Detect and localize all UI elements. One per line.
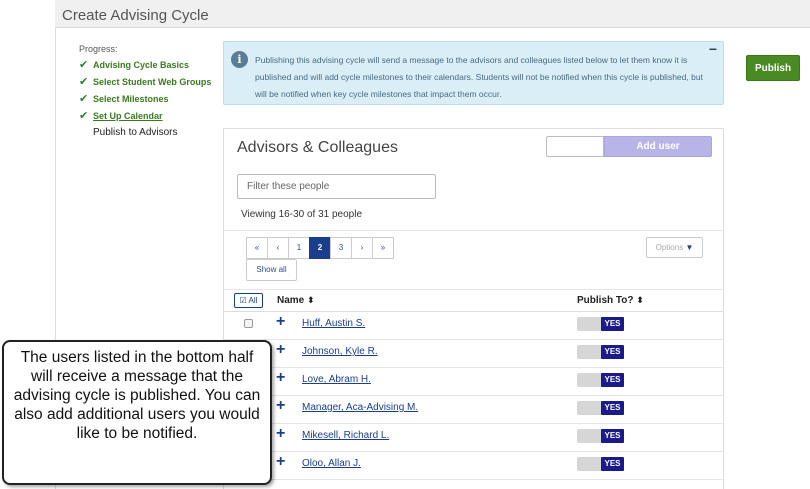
person-name-link[interactable]: Love, Abram H. bbox=[302, 374, 371, 385]
table-row: + Mikesell, Richard L. YES bbox=[224, 424, 723, 452]
step-select-student-web-groups: ✔ Select Student Web Groups bbox=[79, 76, 212, 88]
publish-toggle[interactable]: YES bbox=[577, 457, 624, 471]
info-message: i Publishing this advising cycle will se… bbox=[223, 41, 724, 105]
progress-label: Progress: bbox=[79, 44, 118, 54]
tutorial-callout: The users listed in the bottom half will… bbox=[2, 340, 272, 485]
step-advising-cycle-basics: ✔ Advising Cycle Basics bbox=[79, 59, 190, 71]
publish-toggle[interactable]: YES bbox=[577, 401, 624, 415]
add-user-button[interactable]: Add user bbox=[604, 136, 712, 157]
filter-input[interactable] bbox=[237, 174, 436, 199]
info-text: Publishing this advising cycle will send… bbox=[255, 55, 703, 99]
plus-icon[interactable]: + bbox=[276, 426, 285, 442]
collapse-icon[interactable]: − bbox=[709, 42, 717, 56]
checkmark-icon: ✔ bbox=[79, 59, 89, 71]
table-header: ☑ All Name ⬍ Publish To? ⬍ bbox=[224, 289, 723, 312]
checkmark-icon: ✔ bbox=[79, 110, 89, 122]
pager-next[interactable]: › bbox=[351, 237, 373, 259]
page-title: Create Advising Cycle bbox=[62, 7, 209, 24]
pager-page-2[interactable]: 2 bbox=[309, 237, 331, 259]
plus-icon[interactable]: + bbox=[276, 454, 285, 470]
step-set-up-calendar[interactable]: ✔ Set Up Calendar bbox=[79, 110, 219, 122]
checkbox-icon: ☑ bbox=[239, 296, 247, 305]
step-publish-to-advisors: Publish to Advisors bbox=[93, 127, 178, 138]
sort-icon: ⬍ bbox=[307, 295, 315, 305]
person-name-link[interactable]: Manager, Aca-Advising M. bbox=[302, 402, 418, 413]
step-select-milestones: ✔ Select Milestones bbox=[79, 93, 169, 105]
add-user-input[interactable] bbox=[546, 136, 604, 157]
table-row: + Johnson, Kyle R. YES bbox=[224, 340, 723, 368]
show-all-button[interactable]: Show all bbox=[246, 259, 297, 281]
caret-down-icon: ▼ bbox=[685, 243, 694, 252]
info-icon: i bbox=[231, 51, 248, 68]
pager-last[interactable]: » bbox=[372, 237, 394, 259]
panel-title: Advisors & Colleagues bbox=[237, 139, 398, 156]
pagination: « ‹ 1 2 3 › » bbox=[246, 237, 394, 259]
divider bbox=[224, 230, 723, 231]
progress-list: Progress: ✔ Advising Cycle Basics ✔ Sele… bbox=[79, 44, 219, 144]
row-checkbox[interactable] bbox=[244, 319, 253, 328]
sort-icon: ⬍ bbox=[636, 295, 644, 305]
page-header: Create Advising Cycle bbox=[55, 0, 810, 28]
publish-button[interactable]: Publish bbox=[746, 55, 800, 81]
select-all-button[interactable]: ☑ All bbox=[234, 293, 263, 308]
options-dropdown[interactable]: Options ▼ bbox=[646, 237, 703, 258]
publish-toggle[interactable]: YES bbox=[577, 373, 624, 387]
plus-icon[interactable]: + bbox=[276, 314, 285, 330]
publish-toggle[interactable]: YES bbox=[577, 317, 624, 331]
column-name[interactable]: Name ⬍ bbox=[277, 295, 315, 306]
person-name-link[interactable]: Johnson, Kyle R. bbox=[302, 346, 378, 357]
plus-icon[interactable]: + bbox=[276, 398, 285, 414]
publish-toggle[interactable]: YES bbox=[577, 345, 624, 359]
plus-icon[interactable]: + bbox=[276, 370, 285, 386]
person-name-link[interactable]: Mikesell, Richard L. bbox=[302, 430, 389, 441]
pager-first[interactable]: « bbox=[246, 237, 268, 259]
checkmark-icon: ✔ bbox=[79, 93, 89, 105]
viewing-count: Viewing 16-30 of 31 people bbox=[241, 209, 363, 220]
table-row: + Huff, Austin S. YES bbox=[224, 312, 723, 340]
table-row: + Manager, Aca-Advising M. YES bbox=[224, 396, 723, 424]
table-row: + Oloo, Allan J. YES bbox=[224, 452, 723, 480]
options-label: Options bbox=[655, 243, 684, 252]
checkmark-icon: ✔ bbox=[79, 76, 89, 88]
pager-page-3[interactable]: 3 bbox=[330, 237, 352, 259]
publish-toggle[interactable]: YES bbox=[577, 429, 624, 443]
person-name-link[interactable]: Huff, Austin S. bbox=[302, 318, 365, 329]
table-row: + Love, Abram H. YES bbox=[224, 368, 723, 396]
column-publish-to[interactable]: Publish To? ⬍ bbox=[577, 295, 644, 306]
plus-icon[interactable]: + bbox=[276, 342, 285, 358]
pager-page-1[interactable]: 1 bbox=[288, 237, 310, 259]
person-name-link[interactable]: Oloo, Allan J. bbox=[302, 458, 361, 469]
advisors-panel: Advisors & Colleagues Add user Viewing 1… bbox=[223, 128, 724, 489]
pager-prev[interactable]: ‹ bbox=[267, 237, 289, 259]
